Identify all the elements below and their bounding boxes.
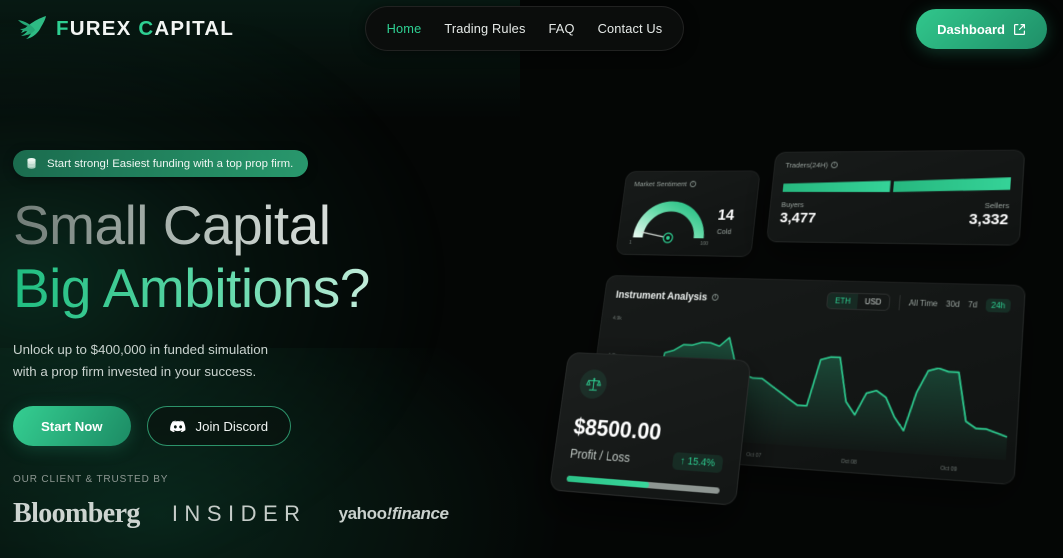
buyers-bar bbox=[783, 178, 891, 192]
gauge-max-label: 100 bbox=[699, 241, 709, 247]
promo-badge-text: Start strong! Easiest funding with a top… bbox=[47, 157, 294, 170]
nav-item-trading-rules[interactable]: Trading Rules bbox=[444, 21, 525, 36]
price-line-chart bbox=[619, 316, 1013, 461]
join-discord-label: Join Discord bbox=[195, 418, 269, 434]
brand-name: FUREX CAPITAL bbox=[56, 17, 234, 41]
instrument-controls: ETH USD All Time 30d 7d 24h bbox=[826, 292, 1012, 315]
hero-subtext-line-2: with a prop firm invested in your succes… bbox=[13, 364, 257, 379]
primary-navigation: Home Trading Rules FAQ Contact Us bbox=[365, 6, 684, 51]
logo-insider: INSIDER bbox=[171, 501, 307, 526]
nav-item-contact-us[interactable]: Contact Us bbox=[598, 21, 663, 36]
dashboard-button-label: Dashboard bbox=[937, 21, 1005, 37]
hero-subtext: Unlock up to $400,000 in funded simulati… bbox=[13, 339, 343, 383]
coins-stack-icon bbox=[27, 158, 36, 169]
sellers-block: Sellers 3,332 bbox=[968, 201, 1010, 229]
info-icon[interactable]: i bbox=[689, 180, 697, 188]
instrument-title-row: Instrument Analysis i bbox=[615, 289, 719, 303]
range-filter: All Time 30d 7d 24h bbox=[908, 296, 1012, 313]
y-tick-3: 4.6k bbox=[597, 428, 616, 435]
hero-section: Start strong! Easiest funding with a top… bbox=[13, 150, 533, 530]
headline-line-2: Big Ambitions? bbox=[13, 257, 533, 320]
buyers-value: 3,477 bbox=[779, 209, 817, 227]
x-tick-3: Oct 09 bbox=[940, 465, 958, 474]
traders-title-row: Traders(24H) i bbox=[784, 160, 1012, 170]
discord-icon bbox=[169, 420, 185, 432]
hero-headline: Small Capital Big Ambitions? bbox=[13, 194, 533, 320]
pair-option-eth[interactable]: ETH bbox=[827, 293, 859, 309]
profit-loss-progress-fill bbox=[566, 475, 650, 489]
profit-loss-progress-track bbox=[566, 475, 720, 494]
dashboard-preview: Market Sentiment i 1 100 14 Cold Traders… bbox=[543, 120, 1063, 540]
traders-footer: Buyers 3,477 Sellers 3,332 bbox=[779, 200, 1010, 229]
pair-toggle: ETH USD bbox=[826, 292, 891, 311]
promo-badge: Start strong! Easiest funding with a top… bbox=[13, 150, 309, 177]
client-logos: Bloomberg INSIDER yahoo!finance bbox=[13, 498, 533, 530]
sellers-label: Sellers bbox=[984, 201, 1010, 211]
info-icon[interactable]: i bbox=[711, 293, 719, 301]
y-tick-1: 4.8k bbox=[607, 352, 626, 359]
controls-divider bbox=[898, 295, 901, 311]
join-discord-button[interactable]: Join Discord bbox=[146, 406, 292, 446]
gauge-min-label: 1 bbox=[628, 240, 632, 246]
nav-item-faq[interactable]: FAQ bbox=[549, 21, 575, 36]
scales-icon bbox=[585, 375, 602, 392]
sentiment-readout: 14 Cold bbox=[715, 207, 736, 236]
buyers-block: Buyers 3,477 bbox=[779, 200, 817, 227]
logo-bloomberg: Bloomberg bbox=[13, 498, 140, 529]
market-sentiment-card: Market Sentiment i 1 100 14 Cold bbox=[615, 170, 761, 257]
hero-subtext-line-1: Unlock up to $400,000 in funded simulati… bbox=[13, 342, 269, 357]
instrument-header: Instrument Analysis i ETH USD All Time 3… bbox=[615, 286, 1012, 315]
site-header: FUREX CAPITAL Home Trading Rules FAQ Con… bbox=[0, 0, 1063, 58]
instrument-title: Instrument Analysis bbox=[615, 288, 708, 303]
logo-yahoo-finance: yahoo!finance bbox=[339, 504, 449, 524]
range-30d[interactable]: 30d bbox=[946, 299, 960, 309]
nav-item-home[interactable]: Home bbox=[387, 21, 422, 36]
brand-name-part-1: F bbox=[56, 17, 70, 40]
logo-yahoo-suffix: !finance bbox=[386, 504, 449, 523]
market-sentiment-title: Market Sentiment bbox=[633, 179, 688, 189]
external-link-icon bbox=[1014, 23, 1025, 35]
x-tick-2: Oct 08 bbox=[840, 458, 857, 467]
y-tick-2: 4.7k bbox=[602, 390, 621, 397]
brand-name-part-2: UREX bbox=[69, 17, 139, 40]
brand-name-part-4: APITAL bbox=[154, 17, 235, 40]
range-24h[interactable]: 24h bbox=[985, 298, 1012, 313]
y-tick-0: 4.9k bbox=[612, 315, 622, 322]
info-icon[interactable]: i bbox=[830, 161, 838, 169]
sentiment-value: 14 bbox=[716, 207, 736, 224]
start-now-button[interactable]: Start Now bbox=[13, 406, 131, 446]
sellers-value: 3,332 bbox=[968, 210, 1009, 229]
brand-logo[interactable]: FUREX CAPITAL bbox=[14, 14, 234, 44]
trusted-by-label: OUR CLIENT & TRUSTED BY bbox=[13, 474, 169, 485]
x-tick-1: Oct 07 bbox=[745, 451, 762, 460]
traders-bar-chart bbox=[783, 177, 1011, 192]
headline-line-1: Small Capital bbox=[13, 194, 533, 257]
instrument-chart: 4.9k 4.8k 4.7k 4.6k Oct bbox=[597, 315, 1013, 473]
buyers-label: Buyers bbox=[780, 200, 805, 210]
instrument-analysis-card: Instrument Analysis i ETH USD All Time 3… bbox=[582, 274, 1026, 486]
hero-cta-row: Start Now Join Discord bbox=[13, 406, 533, 446]
market-sentiment-title-row: Market Sentiment i bbox=[634, 180, 750, 188]
range-all-time[interactable]: All Time bbox=[909, 298, 938, 308]
sentiment-state-label: Cold bbox=[716, 227, 732, 236]
traders-title: Traders(24H) bbox=[784, 160, 829, 170]
eagle-mark-icon bbox=[18, 16, 46, 39]
range-7d[interactable]: 7d bbox=[968, 300, 978, 310]
dashboard-button[interactable]: Dashboard bbox=[916, 9, 1047, 49]
logo-yahoo-word: yahoo bbox=[338, 504, 387, 523]
pair-option-usd[interactable]: USD bbox=[857, 294, 889, 310]
brand-name-part-3: C bbox=[138, 17, 155, 40]
sentiment-gauge: 1 100 bbox=[626, 192, 715, 246]
sellers-bar bbox=[893, 177, 1011, 192]
gauge-arc-icon bbox=[626, 192, 715, 246]
traders-card: Traders(24H) i Buyers 3,477 Sellers 3,33… bbox=[765, 149, 1026, 246]
market-sentiment-body: 1 100 14 Cold bbox=[626, 192, 748, 247]
x-tick-0: Oct 06 bbox=[656, 446, 671, 453]
